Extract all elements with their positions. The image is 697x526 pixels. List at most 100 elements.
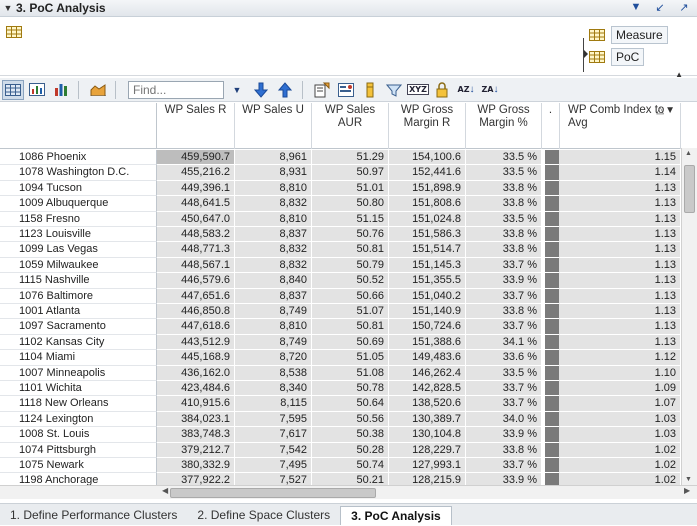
table-cell[interactable]: 33.8 % (466, 304, 542, 320)
scroll-up-icon[interactable]: ▲ (685, 150, 692, 157)
table-cell[interactable]: 151,145.3 (389, 257, 466, 274)
table-cell[interactable]: 1.13 (560, 211, 681, 227)
table-cell[interactable]: 33.5 % (466, 211, 542, 227)
table-cell[interactable]: 8,931 (235, 165, 312, 181)
table-cell[interactable]: 1.13 (560, 242, 681, 258)
table-cell[interactable]: 50.69 (312, 334, 389, 351)
chart-table-view-button[interactable] (26, 80, 48, 100)
table-cell[interactable]: 7,495 (235, 458, 312, 474)
table-cell[interactable]: 1.13 (560, 257, 681, 274)
table-cell[interactable]: 33.7 % (466, 458, 542, 474)
lock-button[interactable] (431, 80, 453, 100)
find-next-button[interactable] (250, 80, 272, 100)
tab-define-performance-clusters[interactable]: 1. Define Performance Clusters (0, 506, 187, 525)
table-cell[interactable]: 1.03 (560, 427, 681, 443)
table-cell[interactable]: 450,647.0 (157, 211, 235, 227)
highlight-button[interactable] (359, 80, 381, 100)
table-cell[interactable]: 1.13 (560, 273, 681, 289)
table-cell[interactable]: 127,993.1 (389, 458, 466, 474)
table-cell[interactable]: 33.8 % (466, 227, 542, 243)
table-row[interactable]: 1101 Wichita 423,484.6 8,340 50.78 142,828.5… (0, 381, 681, 397)
table-cell[interactable]: 33.8 % (466, 242, 542, 258)
table-row[interactable]: 1008 St. Louis 383,748.3 7,617 50.38 130,104… (0, 427, 681, 443)
table-cell[interactable]: 154,100.6 (389, 150, 466, 166)
indicator-cell[interactable] (545, 381, 560, 397)
indicator-cell[interactable] (545, 411, 560, 428)
table-cell[interactable]: 1.15 (560, 150, 681, 166)
table-row[interactable]: 1001 Atlanta 446,850.8 8,749 51.07 151,140.9… (0, 304, 681, 320)
indicator-cell[interactable] (545, 288, 560, 304)
scroll-down-icon[interactable]: ▼ (685, 476, 692, 483)
table-cell[interactable]: 8,832 (235, 242, 312, 258)
table-row[interactable]: 1086 Phoenix 459,590.7 8,961 51.29 154,100.6… (0, 150, 681, 166)
table-cell[interactable]: 50.64 (312, 396, 389, 412)
table-cell[interactable]: 150,724.6 (389, 319, 466, 335)
table-cell[interactable]: 130,389.7 (389, 411, 466, 428)
chart-view-button[interactable] (50, 80, 72, 100)
table-cell[interactable]: 50.81 (312, 242, 389, 258)
table-cell[interactable]: 8,720 (235, 350, 312, 366)
column-header[interactable]: WP Gross Margin % (466, 103, 542, 149)
table-cell[interactable]: 33.7 % (466, 257, 542, 274)
find-options-button[interactable]: ▼ (226, 80, 248, 100)
vertical-scrollbar[interactable]: ▲ ▼ (681, 148, 697, 485)
table-row[interactable]: 1118 New Orleans 410,915.6 8,115 50.64 138,5… (0, 396, 681, 412)
indicator-cell[interactable] (545, 396, 560, 412)
scrollbar-thumb[interactable] (684, 165, 695, 213)
table-cell[interactable]: 151,140.9 (389, 304, 466, 320)
show-details-button[interactable] (335, 80, 357, 100)
table-cell[interactable]: 423,484.6 (157, 381, 235, 397)
table-cell[interactable]: 1.10 (560, 365, 681, 381)
table-cell[interactable]: 50.74 (312, 458, 389, 474)
table-cell[interactable]: 8,840 (235, 273, 312, 289)
table-cell[interactable]: 7,617 (235, 427, 312, 443)
grid-icon[interactable] (6, 26, 22, 38)
table-cell[interactable]: 50.79 (312, 257, 389, 274)
column-header[interactable]: . (542, 103, 560, 149)
table-cell[interactable]: 50.81 (312, 319, 389, 335)
indicator-cell[interactable] (545, 257, 560, 274)
table-cell[interactable]: 436,162.0 (157, 365, 235, 381)
table-cell[interactable]: 51.08 (312, 365, 389, 381)
find-input[interactable] (128, 80, 224, 99)
maximize-icon[interactable]: ↗ (677, 1, 691, 14)
sort-ascending-icon[interactable]: △ (656, 104, 664, 117)
table-cell[interactable]: 33.5 % (466, 165, 542, 181)
table-cell[interactable]: 50.38 (312, 427, 389, 443)
table-cell[interactable]: 33.8 % (466, 180, 542, 197)
table-cell[interactable]: 33.5 % (466, 365, 542, 381)
table-row[interactable]: 1104 Miami 445,168.9 8,720 51.05 149,483.6 33… (0, 350, 681, 366)
table-cell[interactable]: 459,590.7 (157, 150, 235, 166)
indicator-cell[interactable] (545, 458, 560, 474)
table-cell[interactable]: 50.78 (312, 381, 389, 397)
table-cell[interactable]: 8,810 (235, 180, 312, 197)
table-cell[interactable]: 377,922.2 (157, 473, 235, 485)
column-header-sorted[interactable]: WP Comb Index to Avg △ ▼ (560, 103, 681, 149)
scroll-right-icon[interactable]: ▶ (684, 486, 690, 495)
find-previous-button[interactable] (274, 80, 296, 100)
chevron-down-icon[interactable]: ▼ (665, 104, 675, 117)
table-cell[interactable]: 8,115 (235, 396, 312, 412)
table-cell[interactable]: 51.07 (312, 304, 389, 320)
indicator-cell[interactable] (545, 304, 560, 320)
indicator-cell[interactable] (545, 350, 560, 366)
indicator-cell[interactable] (545, 165, 560, 181)
indicator-cell[interactable] (545, 319, 560, 335)
table-cell[interactable]: 7,527 (235, 473, 312, 485)
table-cell[interactable]: 34.1 % (466, 334, 542, 351)
table-cell[interactable]: 1.13 (560, 288, 681, 304)
table-cell[interactable]: 33.6 % (466, 350, 542, 366)
table-cell[interactable]: 51.29 (312, 150, 389, 166)
table-cell[interactable]: 151,808.6 (389, 196, 466, 212)
table-cell[interactable]: 50.97 (312, 165, 389, 181)
table-row[interactable]: 1198 Anchorage 377,922.2 7,527 50.21 128,215… (0, 473, 681, 485)
table-row[interactable]: 1102 Kansas City 443,512.9 8,749 50.69 151,3… (0, 334, 681, 351)
table-cell[interactable]: 8,837 (235, 227, 312, 243)
indicator-cell[interactable] (545, 211, 560, 227)
table-cell[interactable]: 51.01 (312, 180, 389, 197)
table-cell[interactable]: 34.0 % (466, 411, 542, 428)
indicator-cell[interactable] (545, 427, 560, 443)
table-cell[interactable]: 51.05 (312, 350, 389, 366)
pivot-chip-poc[interactable]: PoC (589, 48, 645, 66)
table-cell[interactable]: 410,915.6 (157, 396, 235, 412)
